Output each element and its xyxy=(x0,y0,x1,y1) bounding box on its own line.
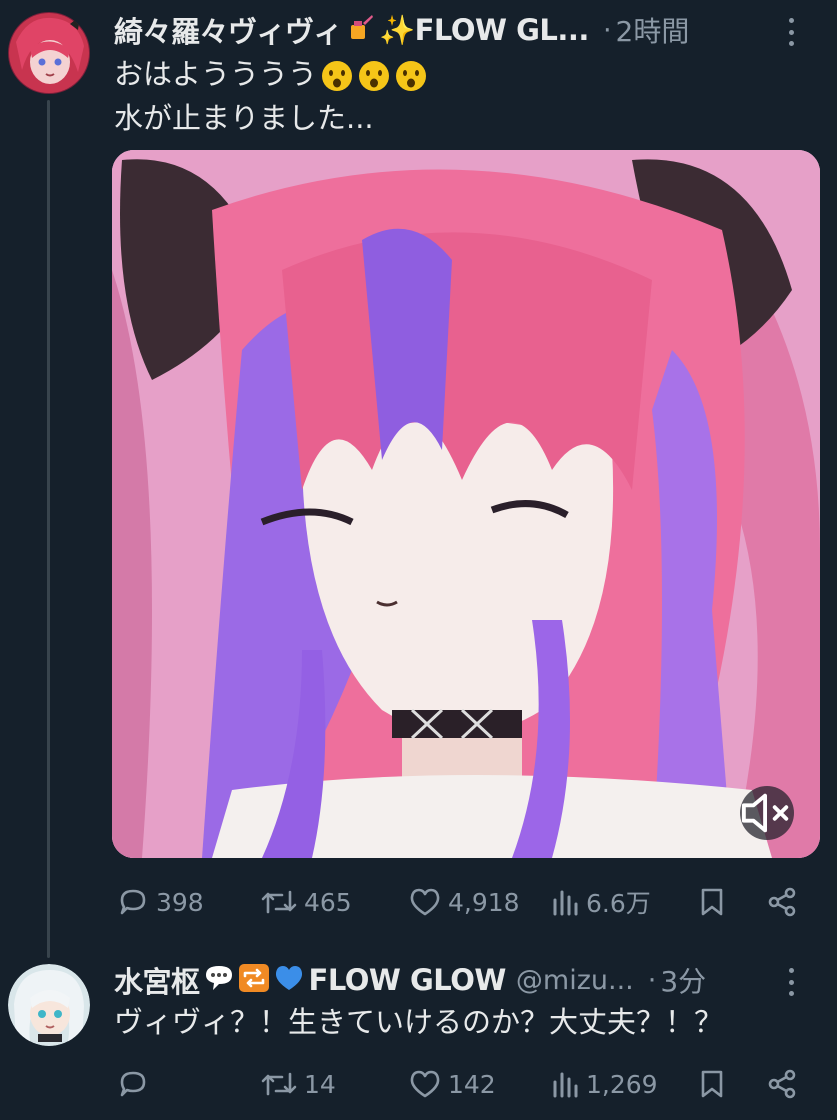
like-button[interactable]: 4,918 xyxy=(408,886,520,918)
separator-dot: · xyxy=(647,964,657,996)
timestamp[interactable]: 2時間 xyxy=(616,10,690,50)
retweet-icon xyxy=(261,890,297,914)
tweet-actions-bar: 14 142 1,269 xyxy=(114,1064,807,1104)
share-button[interactable] xyxy=(766,1068,798,1100)
display-name[interactable]: 水宮枢 xyxy=(114,959,200,1001)
retweet-button[interactable]: 465 xyxy=(260,886,352,918)
heart-icon xyxy=(410,1070,440,1098)
avatar-image xyxy=(8,964,90,1046)
view-count: 6.6万 xyxy=(586,889,651,918)
speaker-muted-icon xyxy=(741,793,789,833)
reply-button[interactable] xyxy=(116,1068,156,1100)
thread-connector-line xyxy=(47,100,50,958)
share-icon xyxy=(768,1069,796,1099)
blue-heart-emoji xyxy=(273,963,305,997)
retweet-count: 14 xyxy=(304,1069,336,1099)
tweet-text: ヴィヴィ？！生きていけるのか？大丈夫？！？ xyxy=(114,1000,817,1044)
more-vertical-icon[interactable] xyxy=(787,968,795,996)
bookmark-icon xyxy=(701,888,723,916)
bookmark-button[interactable] xyxy=(698,886,726,918)
retweet-icon xyxy=(261,1072,297,1096)
retweet-count: 465 xyxy=(304,887,352,917)
reply-count: 398 xyxy=(156,887,204,917)
like-button[interactable]: 142 xyxy=(408,1068,496,1100)
mute-toggle-button[interactable] xyxy=(740,786,794,840)
anguished-face-emoji xyxy=(317,57,428,91)
timestamp[interactable]: 3分 xyxy=(660,960,706,1000)
tweet-text-line: おはようううう xyxy=(114,52,817,96)
tweet-media-video[interactable] xyxy=(112,150,820,858)
share-icon xyxy=(768,887,796,917)
more-vertical-icon[interactable] xyxy=(787,18,795,46)
tweet-text-line2: 水が止まりました... xyxy=(114,101,374,135)
bar-chart-icon xyxy=(553,890,578,916)
tweet-header: 水宮枢 FLOW GLOW @mizu... · 3分 xyxy=(114,960,817,1000)
avatar[interactable] xyxy=(8,964,90,1046)
like-count: 142 xyxy=(448,1069,496,1099)
bookmark-button[interactable] xyxy=(698,1068,726,1100)
tweet-header: 綺々羅々ヴィヴィ ✨FLOW GL... · 2時間 xyxy=(114,10,817,50)
share-button[interactable] xyxy=(766,886,798,918)
reply-button[interactable]: 398 xyxy=(116,886,204,918)
views-button[interactable]: 1,269 xyxy=(550,1068,658,1100)
tweet-text-line1: おはようううう xyxy=(114,57,318,91)
view-count: 1,269 xyxy=(586,1069,658,1099)
tweet-text: おはようううう 水が止まりました... xyxy=(114,52,817,140)
handle[interactable]: @mizu... xyxy=(516,965,634,996)
avatar-image xyxy=(8,12,90,94)
avatar[interactable] xyxy=(8,12,90,94)
separator-dot: · xyxy=(602,14,612,46)
speech-balloon-emoji xyxy=(203,963,235,997)
repeat-arrows-emoji xyxy=(238,963,270,997)
display-name-tail[interactable]: ✨FLOW GL... xyxy=(379,13,589,48)
speech-bubble-icon xyxy=(120,889,146,915)
like-count: 4,918 xyxy=(448,887,520,917)
tweet-text-line1: ヴィヴィ？！生きていけるのか？大丈夫？！？ xyxy=(114,1005,724,1039)
nail-polish-emoji xyxy=(345,13,375,47)
bar-chart-icon xyxy=(553,1072,578,1098)
speech-bubble-icon xyxy=(120,1071,146,1097)
video-frame-illustration xyxy=(112,150,820,858)
display-name[interactable]: 綺々羅々ヴィヴィ xyxy=(114,9,343,51)
display-name-tail[interactable]: FLOW GLOW xyxy=(309,963,507,997)
tweet-actions-bar: 398 465 4,918 6.6万 xyxy=(114,882,807,922)
retweet-button[interactable]: 14 xyxy=(260,1068,336,1100)
heart-icon xyxy=(410,888,440,916)
views-button[interactable]: 6.6万 xyxy=(550,884,651,920)
bookmark-icon xyxy=(701,1070,723,1098)
